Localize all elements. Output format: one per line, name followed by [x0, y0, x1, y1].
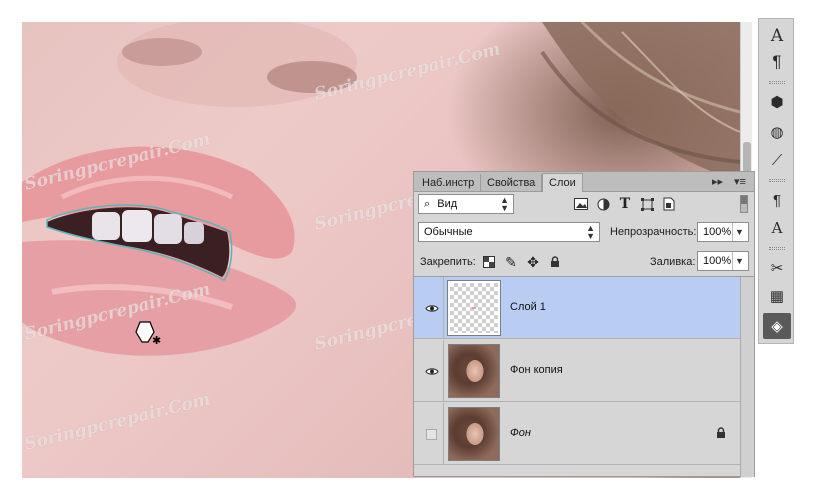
svg-text:✱: ✱	[152, 334, 161, 347]
paragraph-icon[interactable]: ¶	[763, 49, 791, 75]
layers-list: Слой 1 Фон копия Фон	[414, 276, 754, 477]
lock-image-pixels-icon[interactable]: ✎	[502, 253, 520, 271]
character-styles-icon[interactable]: A	[763, 215, 791, 241]
layers-scrollbar[interactable]	[740, 277, 754, 477]
lock-label: Закрепить:	[420, 256, 476, 268]
photoshop-workspace: ✱ Soringpcrepair.Com Soringpcrepair.Com …	[0, 0, 816, 500]
dock-grip[interactable]	[769, 81, 785, 84]
layer-thumbnail-photo	[448, 344, 500, 398]
spin-arrows-icon: ▲ ▼	[500, 195, 509, 213]
filter-type-icon[interactable]: T	[616, 195, 634, 213]
blend-mode-select[interactable]: Обычные ▲ ▼	[418, 222, 600, 242]
chevron-down-icon[interactable]: ▼	[732, 252, 746, 270]
3d-cube-icon[interactable]: ⬢	[763, 89, 791, 115]
layer-thumbnail-transparent	[447, 280, 501, 336]
layers-icon[interactable]: ◈	[763, 313, 791, 339]
layer-visibility-toggle[interactable]	[420, 403, 444, 465]
panel-tab-bar: Наб.инстр Свойства Слои ▸▸ ▾≡	[414, 172, 754, 192]
fill-field[interactable]: 100% ▼	[697, 251, 749, 271]
layer-visibility-toggle[interactable]	[420, 277, 444, 339]
layer-name[interactable]: Фон копия	[510, 364, 563, 376]
opacity-label: Непрозрачность:	[610, 226, 697, 238]
layer-visibility-toggle[interactable]	[420, 340, 444, 402]
filter-pixel-icon[interactable]	[572, 195, 590, 213]
tab-layers[interactable]: Слои	[542, 173, 583, 192]
layers-panel: Наб.инстр Свойства Слои ▸▸ ▾≡ ⌕ Вид ▲ ▼ T	[413, 171, 755, 477]
collapse-panel-button[interactable]: ▸▸	[712, 175, 723, 188]
blend-mode-value: Обычные	[424, 226, 473, 238]
layer-filter-select[interactable]: ⌕ Вид ▲ ▼	[418, 194, 514, 214]
layer-name[interactable]: Слой 1	[510, 301, 546, 313]
panel-menu-button[interactable]: ▾≡	[734, 175, 746, 188]
chevron-down-icon[interactable]: ▼	[732, 223, 746, 241]
layer-row-background[interactable]: Фон	[414, 403, 740, 465]
lock-position-icon[interactable]: ✥	[524, 253, 542, 271]
layer-thumbnail-photo	[448, 407, 500, 461]
dock-grip[interactable]	[769, 179, 785, 182]
fill-value: 100%	[703, 255, 732, 267]
fill-label: Заливка:	[650, 256, 696, 268]
eye-icon	[424, 367, 439, 375]
layer-name[interactable]: Фон	[510, 427, 531, 439]
opacity-field[interactable]: 100% ▼	[697, 222, 749, 242]
lock-icon	[716, 427, 726, 442]
tab-properties[interactable]: Свойства	[481, 174, 543, 192]
paths-icon[interactable]: ⟋	[763, 147, 791, 173]
eye-icon	[424, 304, 439, 312]
filter-smart-object-icon[interactable]	[660, 195, 678, 213]
filter-toggle-switch[interactable]	[740, 195, 748, 213]
search-icon: ⌕	[424, 198, 431, 210]
filter-adjustment-icon[interactable]	[594, 195, 612, 213]
spin-arrows-icon: ▲ ▼	[586, 223, 595, 241]
panel-dock-strip: A ¶ ⬢ ◍ ⟋ ¶ A ✂ ▦ ◈	[758, 18, 794, 344]
character-icon[interactable]: A	[763, 23, 791, 49]
tab-tool-presets[interactable]: Наб.инстр	[416, 174, 482, 192]
filter-value: Вид	[437, 198, 458, 210]
channels-icon[interactable]: ▦	[763, 283, 791, 309]
layer-row-layer1[interactable]: Слой 1	[414, 277, 740, 339]
layer-row-background-copy[interactable]: Фон копия	[414, 340, 740, 402]
filter-shape-icon[interactable]	[638, 195, 656, 213]
opacity-value: 100%	[703, 226, 732, 238]
empty-visibility-box-icon	[426, 428, 437, 440]
tool-presets-icon[interactable]: ✂	[763, 255, 791, 281]
adjustments-icon[interactable]: ◍	[763, 119, 791, 145]
lock-all-icon[interactable]	[546, 253, 564, 271]
dock-grip[interactable]	[769, 247, 785, 250]
paragraph-styles-icon[interactable]: ¶	[763, 187, 791, 213]
lock-transparent-pixels-icon[interactable]	[480, 253, 498, 271]
